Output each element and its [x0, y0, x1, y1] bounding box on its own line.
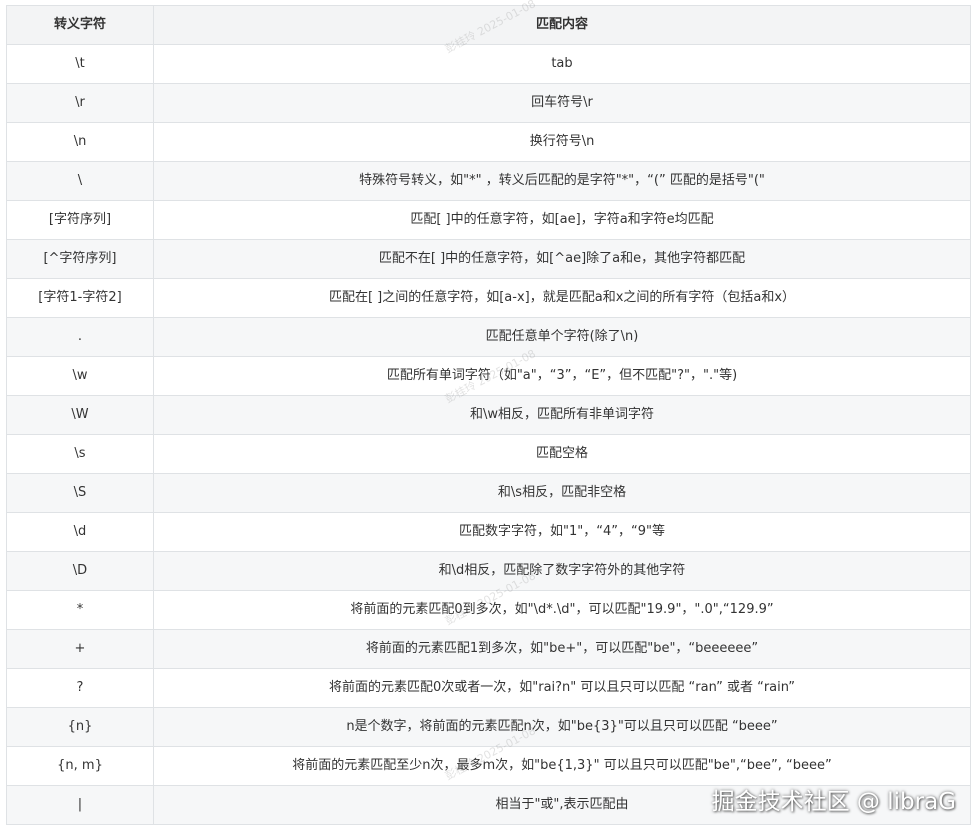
match-content-cell: n是个数字，将前面的元素匹配n次，如"be{3}"可以且只可以匹配 “beee” — [153, 707, 971, 747]
escape-char-cell: \D — [6, 551, 154, 591]
table-row: \d 匹配数字字符，如"1"，“4”，“9"等 — [6, 512, 971, 552]
table-row: \S 和\s相反，匹配非空格 — [6, 473, 971, 513]
match-content-cell: 回车符号\r — [153, 83, 971, 123]
match-content-cell: 换行符号\n — [153, 122, 971, 162]
escape-char-cell: ? — [6, 668, 154, 708]
table-row: . 匹配任意单个字符(除了\n) — [6, 317, 971, 357]
escape-chars-table-wrapper: 转义字符 匹配内容 \t tab \r 回车符号\r \n 换行符号\n \ 特殊符号转义，如… — [6, 5, 971, 825]
table-row: \r 回车符号\r — [6, 83, 971, 123]
match-content-cell: 将前面的元素匹配0次或者一次，如"rai?n" 可以且只可以匹配 “ran” 或… — [153, 668, 971, 708]
match-content-cell: 和\w相反，匹配所有非单词字符 — [153, 395, 971, 435]
table-row: [^字符序列] 匹配不在[ ]中的任意字符，如[^ae]除了a和e，其他字符都匹配 — [6, 239, 971, 279]
table-row: \D 和\d相反，匹配除了数字字符外的其他字符 — [6, 551, 971, 591]
escape-char-cell: \w — [6, 356, 154, 396]
match-content-cell: tab — [153, 44, 971, 84]
escape-char-cell: \d — [6, 512, 154, 552]
escape-char-cell: {n, m} — [6, 746, 154, 786]
match-content-cell: 匹配不在[ ]中的任意字符，如[^ae]除了a和e，其他字符都匹配 — [153, 239, 971, 279]
match-content-cell: 将前面的元素匹配至少n次，最多m次，如"be{1,3}" 可以且只可以匹配"be… — [153, 746, 971, 786]
match-content-cell: 匹配[ ]中的任意字符，如[ae]，字符a和字符e均匹配 — [153, 200, 971, 240]
escape-char-cell: [^字符序列] — [6, 239, 154, 279]
header-match-content: 匹配内容 — [153, 5, 971, 45]
table-row: \n 换行符号\n — [6, 122, 971, 162]
escape-char-cell: \ — [6, 161, 154, 201]
juejin-brand-watermark: 掘金技术社区 @ libraG — [711, 789, 956, 815]
escape-char-cell: + — [6, 629, 154, 669]
escape-chars-table: 转义字符 匹配内容 \t tab \r 回车符号\r \n 换行符号\n \ 特殊符号转义，如… — [6, 5, 971, 825]
table-row: \t tab — [6, 44, 971, 84]
escape-char-cell: \S — [6, 473, 154, 513]
match-content-cell: 将前面的元素匹配0到多次，如"\d*.\d"，可以匹配"19.9"，".0",“… — [153, 590, 971, 630]
match-content-cell: 特殊符号转义，如"*" ，转义后匹配的是字符"*"，“(” 匹配的是括号"(" — [153, 161, 971, 201]
escape-char-cell: . — [6, 317, 154, 357]
match-content-cell: 匹配空格 — [153, 434, 971, 474]
match-content-cell: 匹配所有单词字符（如"a"，“3”，“E”，但不匹配"?"，"."等) — [153, 356, 971, 396]
table-row: + 将前面的元素匹配1到多次，如"be+"，可以匹配"be"，“beeeeee” — [6, 629, 971, 669]
match-content-cell: 将前面的元素匹配1到多次，如"be+"，可以匹配"be"，“beeeeee” — [153, 629, 971, 669]
escape-char-cell: {n} — [6, 707, 154, 747]
table-row: \W 和\w相反，匹配所有非单词字符 — [6, 395, 971, 435]
match-content-cell: 和\d相反，匹配除了数字字符外的其他字符 — [153, 551, 971, 591]
escape-char-cell: * — [6, 590, 154, 630]
match-content-cell: 匹配数字字符，如"1"，“4”，“9"等 — [153, 512, 971, 552]
match-content-cell: 匹配任意单个字符(除了\n) — [153, 317, 971, 357]
header-escape-char: 转义字符 — [6, 5, 154, 45]
escape-char-cell: \t — [6, 44, 154, 84]
table-row: \ 特殊符号转义，如"*" ，转义后匹配的是字符"*"，“(” 匹配的是括号"(" — [6, 161, 971, 201]
match-content-cell: 匹配在[ ]之间的任意字符，如[a-x]，就是匹配a和x之间的所有字符（包括a和… — [153, 278, 971, 318]
table-row: {n} n是个数字，将前面的元素匹配n次，如"be{3}"可以且只可以匹配 “be… — [6, 707, 971, 747]
escape-char-cell: [字符序列] — [6, 200, 154, 240]
table-row: [字符序列] 匹配[ ]中的任意字符，如[ae]，字符a和字符e均匹配 — [6, 200, 971, 240]
escape-char-cell: \r — [6, 83, 154, 123]
escape-char-cell: \s — [6, 434, 154, 474]
table-body: \t tab \r 回车符号\r \n 换行符号\n \ 特殊符号转义，如"*" ，转义后匹配… — [6, 44, 971, 825]
escape-char-cell: [字符1-字符2] — [6, 278, 154, 318]
table-row: ? 将前面的元素匹配0次或者一次，如"rai?n" 可以且只可以匹配 “ran” … — [6, 668, 971, 708]
match-content-cell: 和\s相反，匹配非空格 — [153, 473, 971, 513]
table-row: [字符1-字符2] 匹配在[ ]之间的任意字符，如[a-x]，就是匹配a和x之间的… — [6, 278, 971, 318]
escape-char-cell: | — [6, 785, 154, 825]
escape-char-cell: \n — [6, 122, 154, 162]
escape-char-cell: \W — [6, 395, 154, 435]
table-row: \s 匹配空格 — [6, 434, 971, 474]
